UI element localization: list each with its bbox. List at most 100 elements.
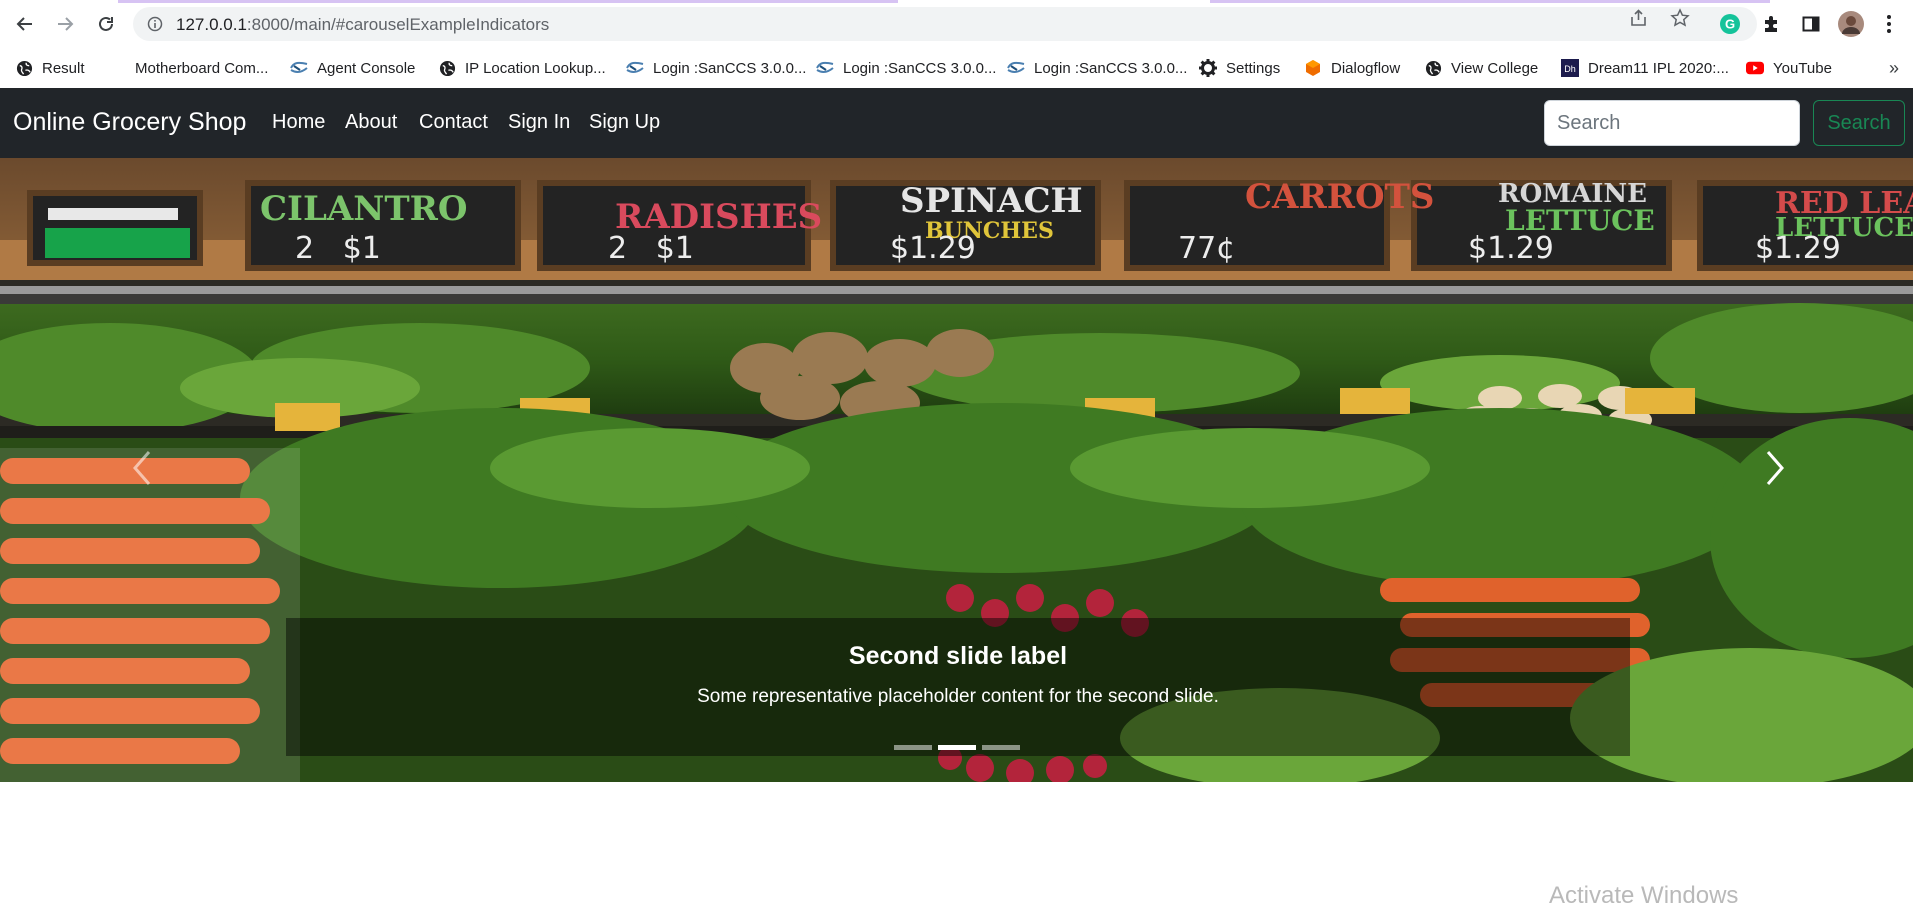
url-path: :8000/main/#carouselExampleIndicators	[246, 15, 550, 34]
carousel-indicator-2[interactable]	[938, 745, 976, 750]
nav-link-sign-up[interactable]: Sign Up	[589, 111, 660, 134]
caption-title: Second slide label	[848, 642, 1068, 670]
svg-text:77¢: 77¢	[1178, 231, 1235, 266]
search-button[interactable]: Search	[1813, 100, 1905, 146]
info-icon[interactable]	[147, 16, 163, 32]
kebab-menu-icon	[1887, 15, 1891, 33]
arrow-right-icon	[58, 17, 74, 31]
bookmark-item[interactable]: Agent Console	[290, 48, 415, 88]
reload-icon	[99, 16, 113, 31]
gear-icon	[1199, 59, 1217, 77]
carousel-next-button[interactable]	[1755, 438, 1795, 498]
carousel-indicator-1[interactable]	[894, 745, 932, 750]
svg-text:Dh: Dh	[1564, 64, 1576, 74]
bookmark-item[interactable]: Settings	[1199, 48, 1280, 88]
bookmark-star-button[interactable]	[1670, 8, 1690, 28]
bookmark-item[interactable]: Motherboard Com...	[108, 48, 268, 88]
svg-text:2 $1: 2 $1	[295, 231, 381, 266]
bookmarks-overflow-button[interactable]: »	[1889, 58, 1899, 79]
activate-windows-watermark: Activate Windows	[1549, 882, 1739, 909]
search-input[interactable]	[1544, 100, 1800, 146]
bookmark-item[interactable]: Login :SanCCS 3.0.0...	[816, 48, 996, 88]
share-button[interactable]	[1629, 8, 1649, 28]
carousel-indicator-3[interactable]	[982, 745, 1020, 750]
back-button[interactable]	[10, 9, 40, 39]
bookmark-item[interactable]: Result	[15, 48, 85, 88]
arrow-left-icon	[16, 17, 32, 31]
bookmark-label: IP Location Lookup...	[465, 59, 606, 77]
sanccs-icon	[816, 59, 834, 77]
nav-link-home[interactable]: Home	[272, 111, 325, 134]
bookmark-item[interactable]: Login :SanCCS 3.0.0...	[1007, 48, 1187, 88]
caption-text: Some representative placeholder content …	[697, 686, 1219, 707]
double-chevron-right-icon: »	[1888, 58, 1899, 78]
sanccs-icon	[1007, 59, 1025, 77]
forward-button[interactable]	[50, 9, 80, 39]
nav-link-sign-in[interactable]: Sign In	[508, 111, 570, 134]
url-host: 127.0.0.1	[176, 15, 247, 34]
bookmark-label: Agent Console	[317, 59, 416, 77]
svg-text:$1.29: $1.29	[1755, 231, 1841, 266]
chrome-menu-button[interactable]	[1875, 10, 1903, 38]
nav-link-about[interactable]: About	[345, 111, 397, 134]
youtube-icon	[1746, 59, 1764, 77]
svg-text:$1.29: $1.29	[1468, 231, 1554, 266]
bookmark-label: Dialogflow	[1331, 59, 1401, 77]
browser-toolbar: 127.0.0.1:8000/main/#carouselExampleIndi…	[0, 0, 1913, 48]
profile-avatar[interactable]	[1837, 10, 1865, 38]
star-icon	[1670, 8, 1690, 27]
reload-button[interactable]	[91, 9, 121, 39]
dialogflow-icon	[1304, 59, 1322, 77]
side-panel-button[interactable]	[1797, 10, 1825, 38]
side-panel-icon	[1802, 16, 1820, 32]
site-navbar: Online Grocery Shop Home About Contact S…	[0, 88, 1913, 158]
bookmark-item[interactable]: Dialogflow	[1304, 48, 1400, 88]
puzzle-icon	[1765, 16, 1777, 32]
carousel-caption: Second slide label Some representative p…	[286, 618, 1630, 756]
bookmark-label: Dream11 IPL 2020:...	[1588, 59, 1729, 77]
svg-text:G: G	[1725, 17, 1735, 32]
blank-page-icon	[108, 59, 126, 77]
bookmark-item[interactable]: YouTube	[1746, 48, 1832, 88]
dream11-icon: Dh	[1561, 59, 1579, 77]
hero-carousel: CILANTRO RADISHES SPINACH BUNCHES CARROT…	[0, 158, 1913, 782]
chevron-left-icon	[133, 451, 151, 485]
bookmarks-bar: Result Motherboard Com... Agent Console …	[0, 48, 1913, 89]
svg-text:2 $1: 2 $1	[608, 231, 694, 266]
bookmark-label: Login :SanCCS 3.0.0...	[1034, 59, 1188, 77]
globe-icon	[15, 59, 33, 77]
nav-link-contact[interactable]: Contact	[419, 111, 488, 134]
bookmark-label: Motherboard Com...	[135, 59, 269, 77]
bookmark-label: Login :SanCCS 3.0.0...	[653, 59, 807, 77]
chevron-right-icon	[1766, 451, 1784, 485]
tab-strip-accent	[1210, 0, 1770, 3]
carousel-indicators	[894, 745, 1024, 751]
bookmark-label: YouTube	[1773, 59, 1832, 77]
carousel-prev-button[interactable]	[122, 438, 162, 498]
address-bar[interactable]: 127.0.0.1:8000/main/#carouselExampleIndi…	[133, 7, 1757, 41]
svg-text:CILANTRO: CILANTRO	[260, 189, 468, 229]
bookmark-item[interactable]: Login :SanCCS 3.0.0...	[626, 48, 806, 88]
grammarly-extension[interactable]: G	[1716, 10, 1744, 38]
tab-strip-accent	[118, 0, 898, 3]
extensions-button[interactable]	[1757, 10, 1785, 38]
bookmark-label: Result	[42, 59, 85, 77]
globe-icon	[1424, 59, 1442, 77]
avatar-icon	[1838, 11, 1864, 37]
share-icon	[1631, 9, 1646, 26]
bookmark-item[interactable]: Dh Dream11 IPL 2020:...	[1561, 48, 1729, 88]
svg-text:SPINACH: SPINACH	[900, 181, 1083, 221]
bookmark-label: Login :SanCCS 3.0.0...	[843, 59, 997, 77]
sanccs-icon	[290, 59, 308, 77]
bookmark-item[interactable]: IP Location Lookup...	[438, 48, 606, 88]
svg-text:CARROTS: CARROTS	[1245, 177, 1434, 217]
url-text: 127.0.0.1:8000/main/#carouselExampleIndi…	[176, 15, 549, 35]
bookmark-item[interactable]: View College	[1424, 48, 1538, 88]
globe-icon	[438, 59, 456, 77]
grammarly-icon: G	[1720, 14, 1740, 34]
bookmark-label: View College	[1451, 59, 1539, 77]
bookmark-label: Settings	[1226, 59, 1281, 77]
site-brand[interactable]: Online Grocery Shop	[13, 108, 246, 137]
svg-text:$1.29: $1.29	[890, 231, 976, 266]
sanccs-icon	[626, 59, 644, 77]
